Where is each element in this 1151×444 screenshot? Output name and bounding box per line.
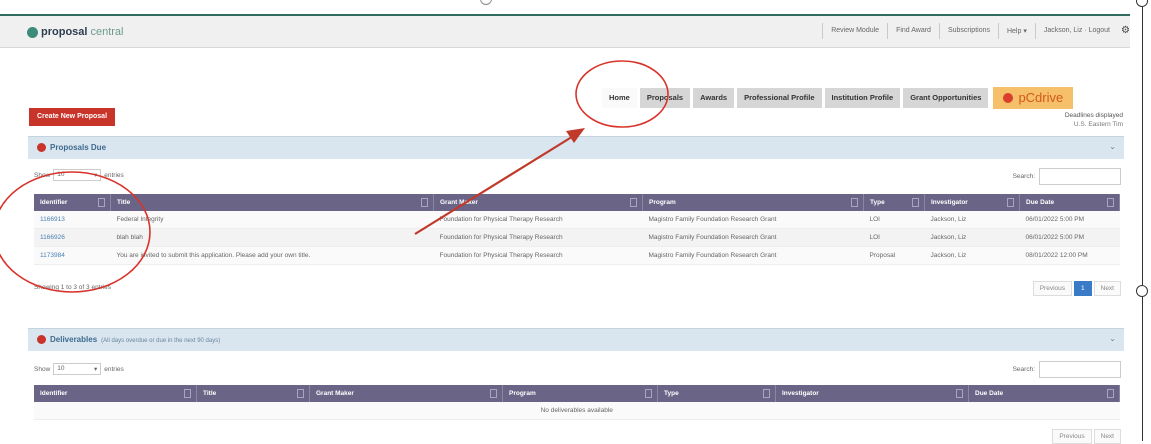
annotation-arrow-head <box>566 128 585 143</box>
annotation-arrow-line <box>414 134 576 235</box>
annotation-circle-home <box>575 60 669 128</box>
annotation-circle-identifiers <box>0 171 151 293</box>
annotation-overlay <box>0 60 669 293</box>
